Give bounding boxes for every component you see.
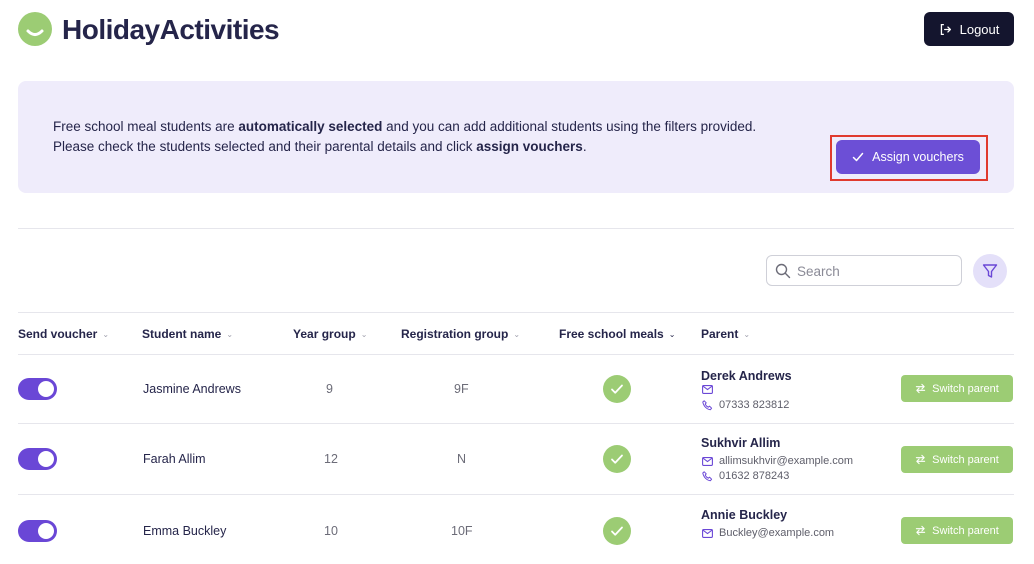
year-group: 10 — [324, 524, 338, 538]
banner-text-bold: assign vouchers — [476, 139, 583, 154]
table-row: Farah Allim 12 N Sukhvir Allim allimsukh… — [18, 424, 1014, 494]
chevron-down-icon: ⌄ — [360, 329, 368, 339]
table-top-divider — [18, 312, 1014, 313]
logout-icon — [940, 23, 951, 35]
app-header: HolidayActivities Logout — [18, 12, 1014, 48]
year-group: 9 — [326, 382, 333, 396]
registration-group: 10F — [451, 524, 473, 538]
year-group: 12 — [324, 452, 338, 466]
switch-parent-label: Switch parent — [932, 382, 999, 395]
registration-group: N — [457, 452, 467, 466]
logout-label: Logout — [959, 21, 1000, 37]
parent-name: Annie Buckley — [701, 508, 788, 522]
swap-icon — [915, 454, 926, 465]
header-label: Parent — [701, 327, 739, 341]
header-free-school-meals[interactable]: Free school meals ⌄ — [559, 327, 675, 341]
student-name: Farah Allim — [143, 452, 206, 466]
chevron-down-icon: ⌄ — [668, 329, 676, 339]
chevron-down-icon: ⌄ — [102, 329, 110, 339]
parent-email[interactable]: Buckley@example.com — [702, 527, 834, 539]
check-icon — [852, 152, 864, 162]
table-row: Emma Buckley 10 10F Annie Buckley Buckle… — [18, 495, 1014, 564]
student-name: Emma Buckley — [143, 524, 227, 538]
switch-parent-button[interactable]: Switch parent — [901, 375, 1013, 402]
banner-text-part: . — [582, 139, 587, 154]
banner-text-bold: automatically selected — [238, 119, 383, 134]
assign-vouchers-label: Assign vouchers — [872, 150, 964, 164]
header-year-group[interactable]: Year group ⌄ — [293, 327, 367, 341]
check-circle-icon — [603, 517, 631, 545]
parent-name: Sukhvir Allim — [701, 436, 781, 450]
app-logo-text: HolidayActivities — [62, 14, 280, 45]
header-label: Free school meals — [559, 327, 664, 341]
header-send-voucher[interactable]: Send voucher ⌄ — [18, 327, 109, 341]
student-name: Jasmine Andrews — [143, 382, 241, 396]
check-circle-icon — [603, 445, 631, 473]
header-student-name[interactable]: Student name ⌄ — [142, 327, 233, 341]
mail-icon — [702, 385, 713, 394]
switch-parent-label: Switch parent — [932, 524, 999, 537]
parent-name: Derek Andrews — [701, 369, 792, 383]
header-label: Year group — [293, 327, 356, 341]
assign-vouchers-button[interactable]: Assign vouchers — [836, 140, 980, 174]
parent-email[interactable] — [702, 385, 719, 394]
switch-parent-button[interactable]: Switch parent — [901, 517, 1013, 544]
parent-email-value: allimsukhvir@example.com — [719, 455, 854, 467]
header-parent[interactable]: Parent ⌄ — [701, 327, 750, 341]
send-voucher-toggle[interactable] — [18, 520, 57, 542]
search-box[interactable] — [766, 255, 962, 286]
parent-phone[interactable]: 07333 823812 — [702, 399, 789, 411]
send-voucher-toggle[interactable] — [18, 448, 57, 470]
search-icon — [775, 263, 791, 279]
chevron-down-icon: ⌄ — [743, 329, 751, 339]
chevron-down-icon: ⌄ — [513, 329, 521, 339]
mail-icon — [702, 456, 713, 466]
table-row: Jasmine Andrews 9 9F Derek Andrews 07333… — [18, 355, 1014, 423]
switch-parent-button[interactable]: Switch parent — [901, 446, 1013, 473]
parent-email-value: Buckley@example.com — [719, 527, 835, 539]
logout-button[interactable]: Logout — [924, 12, 1014, 46]
search-input[interactable] — [797, 261, 957, 281]
banner-text-part: Free school meal students are — [53, 119, 239, 134]
send-voucher-toggle[interactable] — [18, 378, 57, 400]
check-circle-icon — [603, 375, 631, 403]
parent-phone-value: 07333 823812 — [719, 399, 790, 411]
banner-text: Free school meal students are automatica… — [53, 117, 793, 157]
phone-icon — [702, 399, 713, 410]
header-registration-group[interactable]: Registration group ⌄ — [401, 327, 520, 341]
smile-logo-icon — [18, 12, 52, 46]
header-label: Student name — [142, 327, 222, 341]
parent-phone[interactable]: 01632 878243 — [702, 470, 789, 482]
chevron-down-icon: ⌄ — [226, 329, 234, 339]
phone-icon — [702, 470, 713, 481]
parent-phone-value: 01632 878243 — [719, 470, 790, 482]
header-label: Send voucher — [18, 327, 98, 341]
info-banner: Free school meal students are automatica… — [18, 81, 1014, 193]
filter-icon — [982, 264, 998, 278]
swap-icon — [915, 525, 926, 536]
parent-email[interactable]: allimsukhvir@example.com — [702, 455, 853, 467]
switch-parent-label: Switch parent — [932, 453, 999, 466]
section-divider — [18, 228, 1014, 229]
registration-group: 9F — [454, 382, 469, 396]
header-label: Registration group — [401, 327, 509, 341]
swap-icon — [915, 383, 926, 394]
mail-icon — [702, 528, 713, 538]
filter-button[interactable] — [973, 254, 1007, 288]
